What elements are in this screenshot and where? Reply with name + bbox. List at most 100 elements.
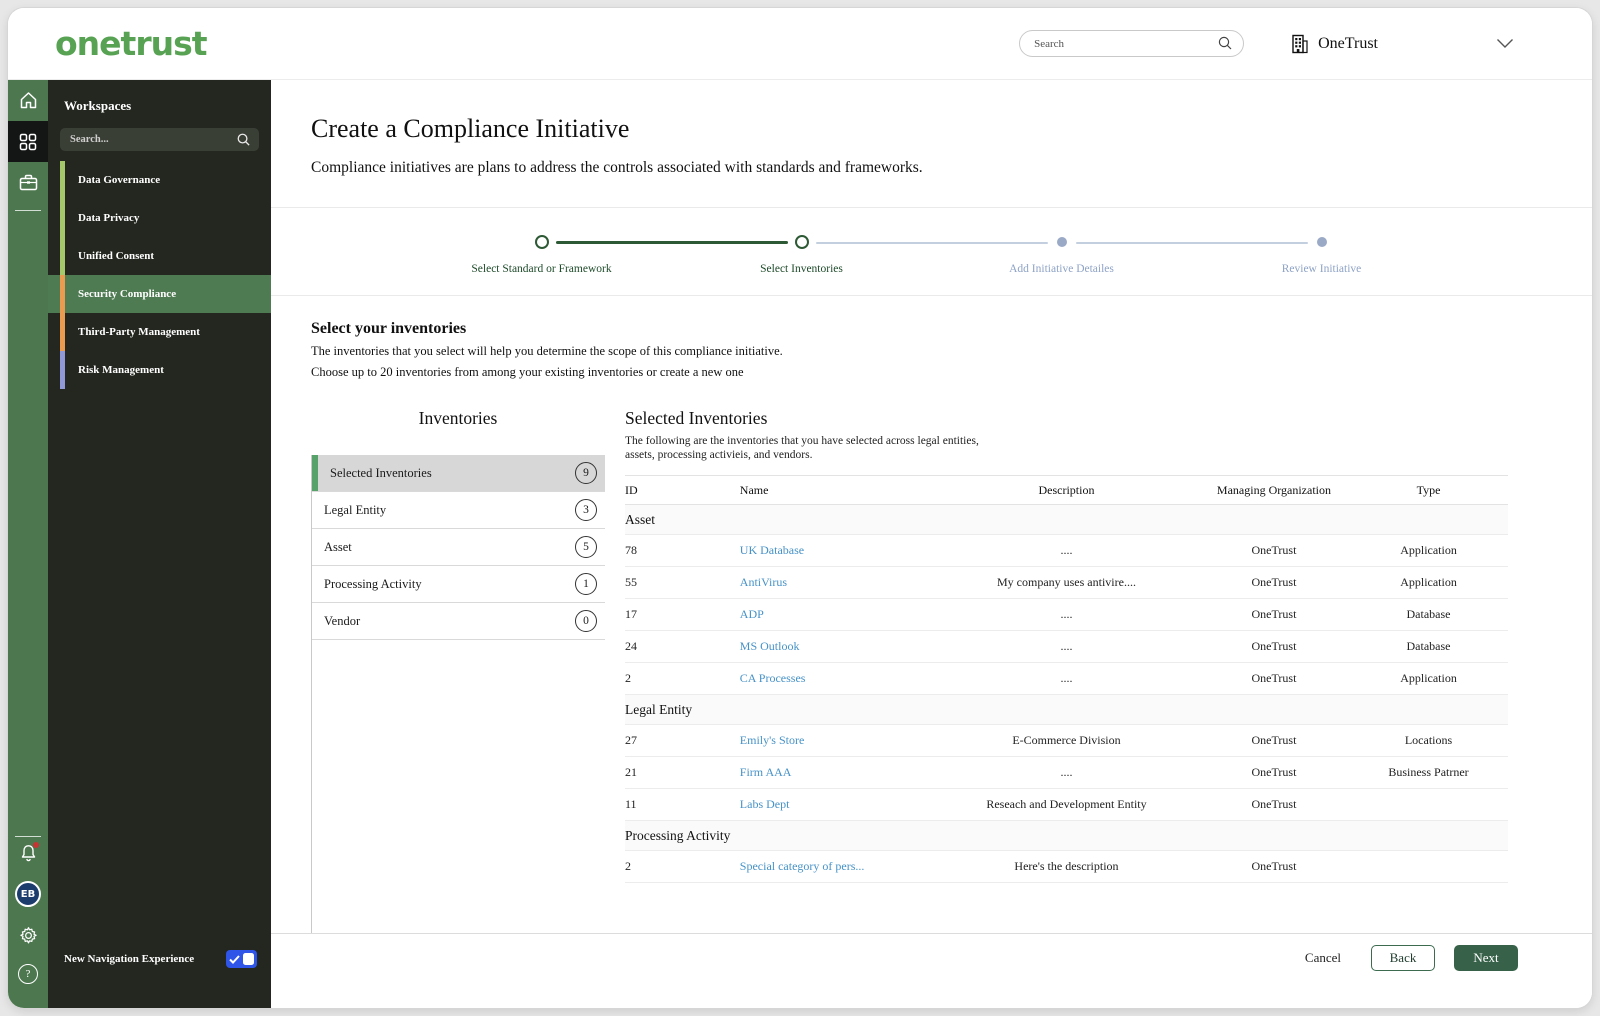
inventory-category-selected-inventories[interactable]: Selected Inventories 9 [312,455,605,492]
inventory-category-vendor[interactable]: Vendor 0 [312,603,605,640]
inventory-link[interactable]: CA Processes [740,671,806,685]
inventory-category-legal-entity[interactable]: Legal Entity 3 [312,492,605,529]
cell-name: Special category of pers... [739,850,935,883]
workspace-item-label: Security Compliance [78,288,177,300]
cancel-button[interactable]: Cancel [1291,945,1355,971]
cell-id: 27 [625,724,740,757]
workspace-search-input[interactable] [60,128,259,151]
inventory-link[interactable]: Emily's Store [740,733,805,747]
cell-id: 78 [625,534,740,567]
workspace-item-data-governance[interactable]: Data Governance [48,161,271,199]
inventory-count-badge: 0 [575,610,597,632]
cell-id: 2 [625,662,740,695]
inventory-link[interactable]: Labs Dept [740,797,790,811]
inventory-link[interactable]: ADP [740,607,764,621]
avatar[interactable]: EB [15,881,41,907]
stepper: Select Standard or Framework Select Inve… [412,234,1452,275]
cell-description: E-Commerce Division [934,724,1199,757]
selected-inventories-title: Selected Inventories [625,408,768,428]
cell-managing-organization: OneTrust [1198,724,1350,757]
wizard-footer: Cancel Back Next [271,933,1592,1008]
cell-name: Labs Dept [739,788,935,821]
inventory-link[interactable]: UK Database [740,543,804,557]
table-header-row: ID Name Description Managing Organizatio… [625,475,1508,505]
workspace-item-third-party-management[interactable]: Third-Party Management [48,313,271,351]
cell-description: .... [934,756,1199,789]
step-dot-upcoming [1056,237,1067,247]
workspace-item-data-privacy[interactable]: Data Privacy [48,199,271,237]
workspace-item-label: Data Governance [78,174,161,186]
workspace-item-label: Data Privacy [78,212,140,224]
step-label: Select Inventories [760,263,843,275]
org-name: OneTrust [1318,34,1378,52]
inventory-category-asset[interactable]: Asset 5 [312,529,605,566]
cell-id: 24 [625,630,740,663]
next-button[interactable]: Next [1454,945,1518,971]
cell-type: Business Patrner [1349,756,1508,789]
cell-description: .... [934,534,1199,567]
step-dot-current[interactable] [794,235,809,249]
inventory-link[interactable]: Special category of pers... [740,859,865,873]
table-row: 24 MS Outlook.... OneTrust Database [625,630,1508,663]
step-dot-complete[interactable] [534,235,549,249]
selected-description-line2: assets, processing activieis, and vendor… [625,449,813,461]
cell-description: .... [934,630,1199,663]
rail-bottom-group: EB ? [15,842,41,1008]
workspace-item-unified-consent[interactable]: Unified Consent [48,237,271,275]
column-header-description: Description [934,475,1199,505]
table-group-label: Asset [625,504,1508,535]
notification-dot [32,842,39,848]
selected-inventories-table: ID Name Description Managing Organizatio… [625,475,1508,883]
back-button[interactable]: Back [1371,945,1435,971]
workspace-list: Data Governance Data Privacy Unified Conse… [48,161,271,389]
section-heading: Select your inventories [311,320,467,337]
section-description-line1: The inventories that you select will hel… [311,344,783,358]
table-group-label: Processing Activity [625,820,1508,851]
content-area: Select your inventories The inventories … [271,296,1592,933]
building-icon [1290,34,1309,54]
global-search-input[interactable] [1019,30,1245,57]
main-area: Create a Compliance Initiative Complianc… [271,80,1592,1008]
cell-description: .... [934,598,1199,631]
inventory-category-processing-activity[interactable]: Processing Activity 1 [312,566,605,603]
new-navigation-row: New Navigation Experience [48,950,271,1008]
cell-managing-organization: OneTrust [1198,662,1350,695]
table-row: 2 Special category of pers... Here's the d… [625,850,1508,883]
cell-type: Locations [1349,724,1508,757]
inventory-link[interactable]: MS Outlook [740,639,800,653]
workspaces-panel: Workspaces Data Governance Data Privacy Un… [48,80,271,1008]
chevron-down-icon[interactable] [1496,38,1514,49]
cell-managing-organization: OneTrust [1198,850,1350,883]
cell-type [1349,788,1508,821]
workspace-color-bar [60,275,65,313]
stepper-section: Select Standard or Framework Select Inve… [271,207,1592,296]
new-navigation-toggle[interactable] [226,950,257,968]
inventory-category-label: Legal Entity [324,502,387,517]
workspaces-nav-button[interactable] [8,121,48,162]
projects-nav-button[interactable] [8,162,48,203]
briefcase-icon [19,174,38,191]
org-switcher[interactable]: OneTrust [1290,34,1378,54]
inventory-category-label: Asset [324,539,352,554]
search-icon [236,132,251,147]
column-header-id: ID [625,475,740,505]
home-nav-button[interactable] [8,80,48,121]
workspace-item-security-compliance[interactable]: Security Compliance [48,275,271,313]
home-icon [19,91,38,110]
top-header: onetrust OneTrust [8,8,1592,80]
inventory-link[interactable]: AntiVirus [740,575,787,589]
cell-id: 17 [625,598,740,631]
help-button[interactable]: ? [18,964,38,984]
notifications-button[interactable] [20,842,39,862]
workspace-item-risk-management[interactable]: Risk Management [48,351,271,389]
new-navigation-label: New Navigation Experience [64,953,195,965]
workspace-item-label: Unified Consent [78,250,155,262]
cell-name: AntiVirus [739,566,935,599]
table-row: 2 CA Processes.... OneTrust Application [625,662,1508,695]
inventory-link[interactable]: Firm AAA [740,765,792,779]
cell-name: ADP [739,598,935,631]
page-subtitle: Compliance initiatives are plans to addr… [311,159,923,176]
inventories-column: Inventories Selected Inventories 9 Legal E… [311,408,605,933]
settings-button[interactable] [19,926,38,945]
table-group-label: Legal Entity [625,694,1508,725]
